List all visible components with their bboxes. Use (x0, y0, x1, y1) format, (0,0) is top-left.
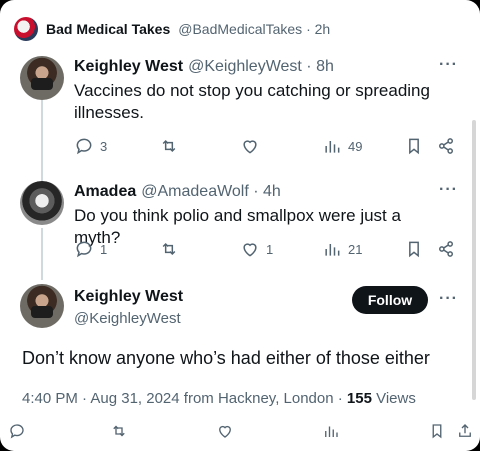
views-label: Views (371, 390, 416, 407)
bookmark-icon (409, 138, 419, 155)
reply-tweet[interactable]: Amadea @AmadeaWolf · 4h ··· Do you think… (0, 175, 480, 270)
share-button[interactable] (436, 239, 456, 259)
author-handle-time[interactable]: @KeighleyWest · 8h (188, 58, 334, 76)
share-icon (439, 138, 453, 154)
more-options-icon[interactable]: ··· (439, 290, 458, 308)
reply-tweet[interactable]: Keighley West @KeighleyWest · 8h ··· Vac… (0, 50, 480, 170)
tweet-header: Keighley West @KeighleyWest · 8h (74, 58, 334, 76)
retweet-icon (162, 139, 176, 153)
bookmark-icon (432, 424, 442, 439)
author-name[interactable]: Keighley West (74, 58, 183, 76)
tweet-metadata: 4:40 PM · Aug 31, 2024 from Hackney, Lon… (22, 390, 416, 407)
like-button[interactable] (216, 422, 234, 445)
like-icon (243, 140, 257, 154)
author-handle-time[interactable]: @AmadeaWolf · 4h (141, 183, 281, 201)
timestamp-location[interactable]: 4:40 PM · Aug 31, 2024 from Hackney, Lon… (22, 390, 347, 407)
reply-icon (76, 241, 92, 258)
avatar[interactable] (20, 56, 64, 100)
reply-icon (76, 138, 92, 155)
tweet-actions: 3 49 (74, 136, 464, 160)
share-button[interactable] (436, 136, 456, 156)
like-icon (243, 243, 257, 257)
outer-author-name[interactable]: Bad Medical Takes (46, 21, 170, 37)
avatar[interactable] (20, 181, 64, 225)
retweet-button[interactable] (159, 136, 179, 156)
bookmark-icon (409, 241, 419, 258)
reply-count: 1 (100, 241, 108, 257)
retweet-icon (113, 425, 125, 437)
follow-button[interactable]: Follow (352, 286, 428, 314)
tweet-text: Don’t know anyone who’s had either of th… (22, 348, 430, 368)
like-button[interactable] (240, 136, 260, 156)
scrollbar[interactable] (472, 120, 476, 400)
share-icon (459, 424, 471, 437)
views-count: 21 (348, 241, 363, 257)
author-handle[interactable]: @KeighleyWest (74, 310, 181, 327)
tweet-action-bar (0, 410, 480, 451)
bookmark-button[interactable] (428, 422, 446, 445)
more-options-icon[interactable]: ··· (439, 56, 458, 74)
tweet-text: Vaccines do not stop you catching or spr… (74, 81, 430, 122)
bookmark-button[interactable] (404, 239, 424, 259)
views-count: 49 (348, 138, 363, 154)
views-button[interactable]: 49 (322, 136, 362, 156)
reply-button[interactable]: 1 (74, 239, 107, 259)
avatar[interactable] (14, 17, 38, 41)
views-icon (325, 244, 340, 256)
reply-count: 3 (100, 138, 108, 154)
avatar[interactable] (20, 284, 64, 328)
share-icon (439, 241, 453, 257)
retweet-button[interactable] (159, 239, 179, 259)
bookmark-button[interactable] (404, 136, 424, 156)
views-count: 155 (346, 390, 372, 407)
views-button[interactable] (322, 422, 340, 445)
more-options-icon[interactable]: ··· (439, 181, 458, 199)
retweet-icon (162, 242, 176, 256)
outer-author-handle[interactable]: @BadMedicalTakes · 2h (178, 21, 330, 37)
author-name[interactable]: Amadea (74, 183, 136, 201)
reply-button[interactable] (8, 422, 26, 445)
views-icon (325, 141, 340, 153)
retweet-button[interactable] (110, 422, 128, 445)
share-button[interactable] (456, 422, 474, 445)
tweet-actions: 1 1 21 (74, 239, 464, 263)
like-count: 1 (266, 241, 274, 257)
views-icon (325, 426, 338, 437)
outer-post-header: Bad Medical Takes @BadMedicalTakes · 2h (14, 16, 330, 42)
tweet-header: Amadea @AmadeaWolf · 4h (74, 183, 281, 201)
like-icon (219, 425, 231, 438)
author-name[interactable]: Keighley West (74, 288, 183, 306)
views-button[interactable]: 21 (322, 239, 362, 259)
tweet-thread-card: Bad Medical Takes @BadMedicalTakes · 2h … (0, 0, 480, 451)
reply-button[interactable]: 3 (74, 136, 107, 156)
reply-icon (10, 424, 24, 439)
like-button[interactable]: 1 (240, 239, 273, 259)
